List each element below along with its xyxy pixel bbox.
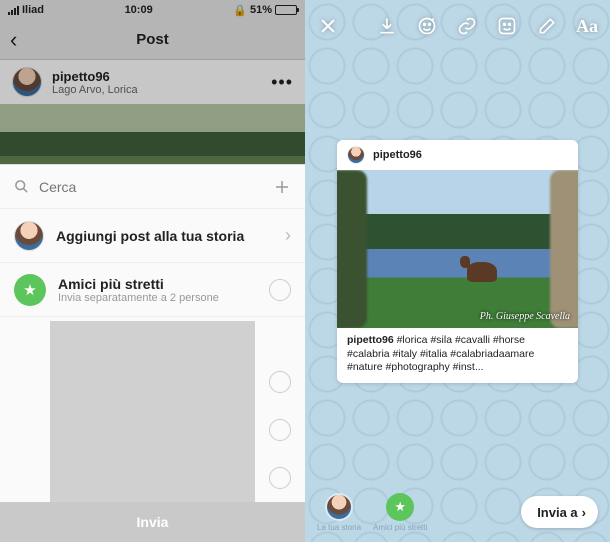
- orientation-lock-icon: 🔒: [233, 4, 247, 17]
- radio-unselected[interactable]: [269, 371, 291, 393]
- status-bar: Iliad 10:09 🔒 51%: [0, 0, 305, 20]
- avatar: [14, 221, 44, 251]
- close-icon[interactable]: [317, 15, 339, 37]
- post-header: pipetto96 Lago Arvo, Lorica •••: [0, 60, 305, 104]
- send-to-button[interactable]: Invia a ›: [521, 496, 598, 528]
- back-chevron-icon[interactable]: ‹: [10, 27, 17, 53]
- card-caption: pipetto96 #lorica #sila #cavalli #horse …: [337, 328, 578, 383]
- link-icon[interactable]: [456, 15, 478, 37]
- page-title: Post: [136, 31, 169, 48]
- draw-icon[interactable]: [536, 15, 558, 37]
- story-toolbar: Aa: [305, 8, 610, 44]
- card-username: pipetto96: [373, 149, 422, 161]
- card-header: pipetto96: [337, 140, 578, 170]
- clock: 10:09: [125, 4, 153, 16]
- star-icon: ★: [386, 493, 414, 521]
- text-icon[interactable]: Aa: [576, 15, 598, 37]
- avatar: [327, 495, 351, 519]
- right-screen-story-editor: Aa pipetto96 Ph. Giuseppe Scavella pipet…: [305, 0, 610, 542]
- chevron-right-icon: ›: [582, 505, 586, 520]
- radio-unselected[interactable]: [269, 279, 291, 301]
- carrier-label: Iliad: [22, 4, 44, 16]
- radio-unselected[interactable]: [269, 419, 291, 441]
- avatar[interactable]: [12, 67, 42, 97]
- search-icon: [14, 179, 29, 194]
- close-friends-subtitle: Invia separatamente a 2 persone: [58, 292, 219, 304]
- face-filter-icon[interactable]: [416, 15, 438, 37]
- send-button[interactable]: Invia: [0, 502, 305, 542]
- post-location[interactable]: Lago Arvo, Lorica: [52, 84, 261, 96]
- add-to-story-row[interactable]: Aggiungi post alla tua storia ›: [0, 209, 305, 263]
- add-to-story-label: Aggiungi post alla tua storia: [56, 228, 244, 244]
- more-options-icon[interactable]: •••: [271, 72, 293, 93]
- close-friends-title: Amici più stretti: [58, 276, 219, 292]
- battery-pct: 51%: [250, 4, 272, 16]
- signal-icon: [8, 6, 19, 15]
- left-screen-share-sheet: Iliad 10:09 🔒 51% ‹ Post pipetto96 Lago …: [0, 0, 305, 542]
- sticker-icon[interactable]: [496, 15, 518, 37]
- chevron-right-icon: ›: [285, 225, 291, 246]
- story-bottom-bar: La tua storia ★ Amici più stretti Invia …: [305, 490, 610, 534]
- card-image: Ph. Giuseppe Scavella: [337, 170, 578, 328]
- close-friends-row[interactable]: ★ Amici più stretti Invia separatamente …: [0, 263, 305, 317]
- download-icon[interactable]: [376, 15, 398, 37]
- star-icon: ★: [14, 274, 46, 306]
- post-username[interactable]: pipetto96: [52, 69, 261, 84]
- radio-unselected[interactable]: [269, 467, 291, 489]
- recipient-list: [0, 317, 305, 503]
- search-input[interactable]: [39, 179, 263, 195]
- search-row: [0, 165, 305, 209]
- image-watermark: Ph. Giuseppe Scavella: [480, 311, 570, 322]
- share-sheet: Aggiungi post alla tua storia › ★ Amici …: [0, 164, 305, 542]
- add-recipient-icon[interactable]: [273, 178, 291, 196]
- your-story-destination[interactable]: La tua storia: [317, 493, 361, 532]
- shared-post-card[interactable]: pipetto96 Ph. Giuseppe Scavella pipetto9…: [337, 140, 578, 383]
- close-friends-destination[interactable]: ★ Amici più stretti: [373, 493, 427, 532]
- nav-header: ‹ Post: [0, 20, 305, 60]
- avatar: [347, 146, 365, 164]
- battery-icon: [275, 5, 297, 15]
